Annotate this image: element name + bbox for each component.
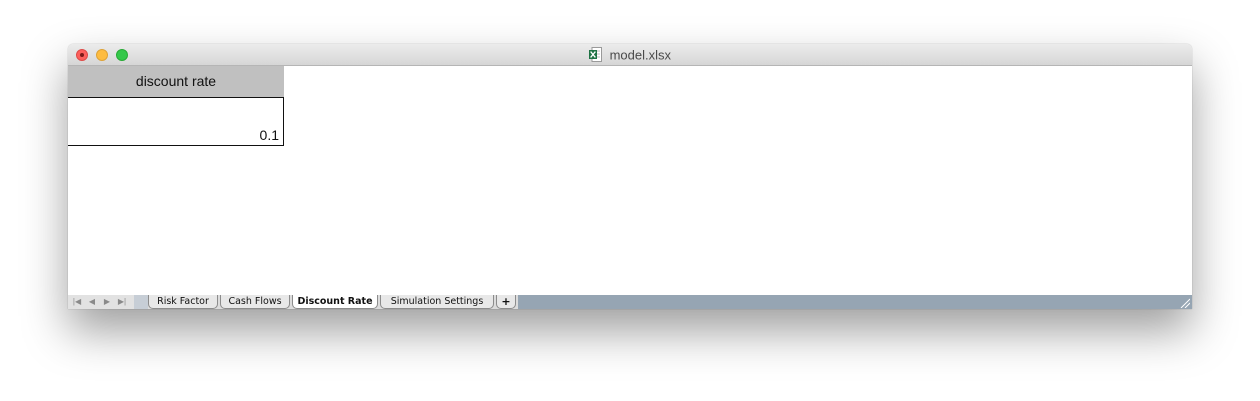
tab-strip-gap bbox=[134, 295, 148, 309]
sheet-tab-bar: |◀ ◀ ▶ ▶| Risk Factor Cash Flows Discoun… bbox=[68, 295, 1192, 309]
tab-cash-flows[interactable]: Cash Flows bbox=[220, 295, 290, 309]
window-title: model.xlsx bbox=[68, 44, 1192, 66]
title-bar[interactable]: model.xlsx bbox=[68, 44, 1192, 66]
worksheet-grid[interactable]: discount rate 0.1 bbox=[68, 66, 1192, 295]
first-sheet-icon[interactable]: |◀ bbox=[70, 295, 84, 309]
previous-sheet-icon[interactable]: ◀ bbox=[85, 295, 99, 309]
cell-value: 0.1 bbox=[259, 127, 279, 143]
next-sheet-icon[interactable]: ▶ bbox=[100, 295, 114, 309]
last-sheet-icon[interactable]: ▶| bbox=[115, 295, 129, 309]
header-cell-discount-rate[interactable]: discount rate bbox=[68, 66, 284, 97]
sheet-navigation: |◀ ◀ ▶ ▶| bbox=[68, 295, 134, 309]
excel-file-icon bbox=[588, 46, 602, 62]
tab-discount-rate[interactable]: Discount Rate bbox=[292, 295, 378, 309]
add-sheet-button[interactable]: + bbox=[496, 295, 516, 309]
tab-risk-factor[interactable]: Risk Factor bbox=[148, 295, 218, 309]
window-title-text: model.xlsx bbox=[609, 47, 672, 63]
resize-grip-icon[interactable] bbox=[1180, 298, 1190, 308]
tab-simulation-settings[interactable]: Simulation Settings bbox=[380, 295, 494, 309]
excel-window: model.xlsx discount rate 0.1 |◀ ◀ ▶ ▶| R… bbox=[68, 44, 1192, 309]
value-cell-discount-rate[interactable]: 0.1 bbox=[68, 97, 284, 146]
